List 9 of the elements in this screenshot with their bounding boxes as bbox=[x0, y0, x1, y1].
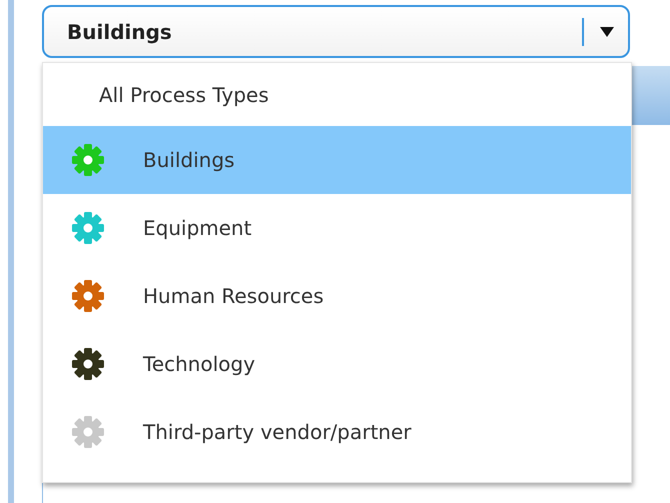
dropdown[interactable]: Buildings bbox=[42, 5, 630, 58]
menu-item[interactable]: Third-party vendor/partner bbox=[43, 398, 631, 466]
caret-icon bbox=[600, 26, 614, 36]
menu-item[interactable]: Buildings bbox=[43, 126, 631, 194]
menu-item[interactable]: Equipment bbox=[43, 194, 631, 262]
panel-header bbox=[630, 66, 670, 125]
menu-item[interactable]: Human Resources bbox=[43, 262, 631, 330]
menu-item[interactable]: Technology bbox=[43, 330, 631, 398]
menu-item[interactable]: All Process Types bbox=[43, 63, 631, 126]
